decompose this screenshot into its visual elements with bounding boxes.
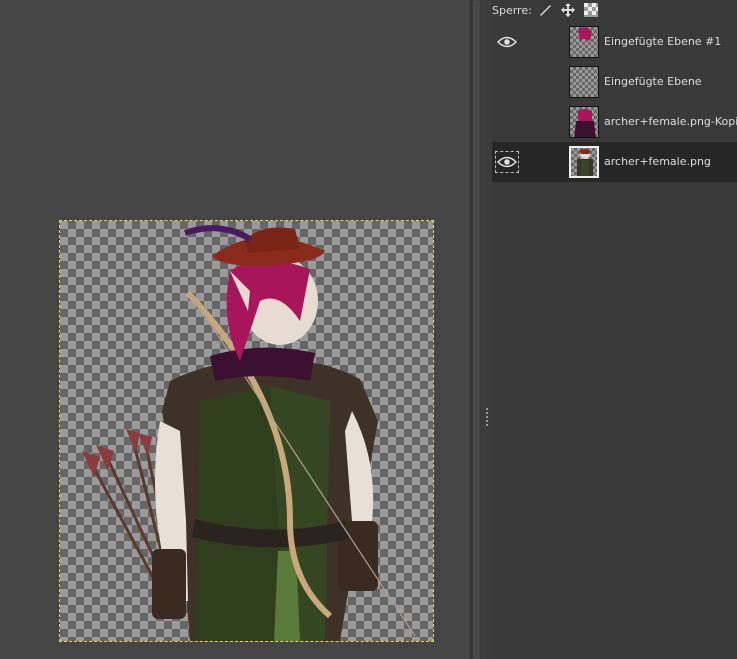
scrollbar-thumb[interactable]	[473, 0, 480, 659]
move-icon[interactable]	[560, 3, 575, 17]
layer-thumbnail[interactable]	[569, 106, 599, 138]
eye-icon[interactable]	[495, 31, 519, 53]
layer-row[interactable]: archer+female.png-Kopie	[492, 102, 737, 142]
lock-bar: Sperre:	[492, 0, 737, 20]
image-canvas-area[interactable]	[0, 0, 470, 659]
layer-name[interactable]: Eingefügte Ebene	[604, 75, 702, 88]
layers-panel: Sperre: Eingefügte Ebene #1 Eingefügte E…	[492, 0, 737, 659]
layer-thumbnail[interactable]	[569, 66, 599, 98]
checker-icon[interactable]	[583, 3, 598, 17]
layer-row[interactable]: Eingefügte Ebene	[492, 62, 737, 102]
layer-thumbnail[interactable]	[569, 146, 599, 178]
archer-artwork	[82, 225, 416, 641]
panel-splitter[interactable]	[482, 0, 492, 659]
layer-row-selected[interactable]: archer+female.png	[492, 142, 737, 182]
layer-thumbnail[interactable]	[569, 26, 599, 58]
image-canvas[interactable]	[59, 220, 434, 642]
layer-name[interactable]: archer+female.png-Kopie	[604, 115, 737, 128]
lock-label: Sperre:	[492, 3, 532, 17]
canvas-vertical-scrollbar[interactable]	[470, 0, 482, 659]
brush-icon[interactable]	[538, 3, 552, 17]
eye-icon[interactable]	[495, 151, 519, 173]
layer-name[interactable]: archer+female.png	[604, 155, 711, 168]
splitter-grip-icon[interactable]	[486, 408, 488, 428]
layer-row[interactable]: Eingefügte Ebene #1	[492, 22, 737, 62]
layer-name[interactable]: Eingefügte Ebene #1	[604, 35, 721, 48]
